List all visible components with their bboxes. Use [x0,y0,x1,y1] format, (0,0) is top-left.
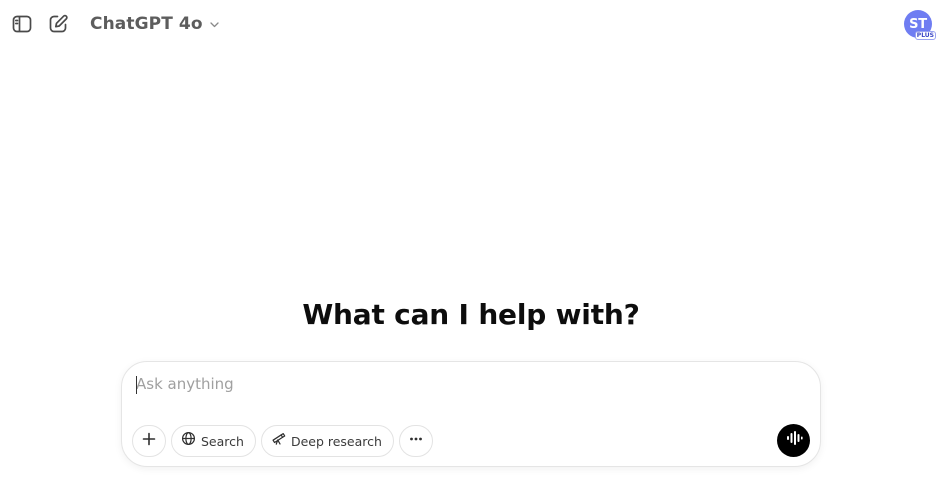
deep-research-button[interactable]: Deep research [260,425,394,457]
plus-icon [141,431,157,452]
header-left: ChatGPT 4o [8,10,224,38]
telescope-icon [271,431,286,451]
chevron-down-icon [209,19,220,30]
voice-waveform-icon [785,429,803,452]
more-tools-button[interactable] [398,425,433,457]
model-name: ChatGPT 4o [90,14,203,34]
globe-icon [181,431,196,451]
model-selector[interactable]: ChatGPT 4o [86,12,224,36]
new-chat-icon [47,13,69,35]
search-button[interactable]: Search [171,425,256,457]
sidebar-toggle-icon [11,13,33,35]
plan-badge: PLUS [914,31,936,40]
chatgpt-page: ChatGPT 4o ST PLUS What can I help with? [0,0,942,500]
page-title: What can I help with? [302,298,640,331]
text-caret [136,376,137,394]
deep-research-button-label: Deep research [290,433,382,449]
avatar-initials: ST [909,16,927,32]
composer-tools: Search Deep research [132,424,438,458]
ellipsis-icon [408,431,424,452]
new-chat-button[interactable] [44,10,72,38]
voice-mode-button[interactable] [777,424,810,457]
search-button-label: Search [201,433,244,449]
composer: Search Deep research [121,361,821,467]
sidebar-toggle-button[interactable] [8,10,36,38]
prompt-input[interactable] [136,372,756,396]
avatar[interactable]: ST PLUS [904,10,936,40]
add-button[interactable] [132,425,166,457]
